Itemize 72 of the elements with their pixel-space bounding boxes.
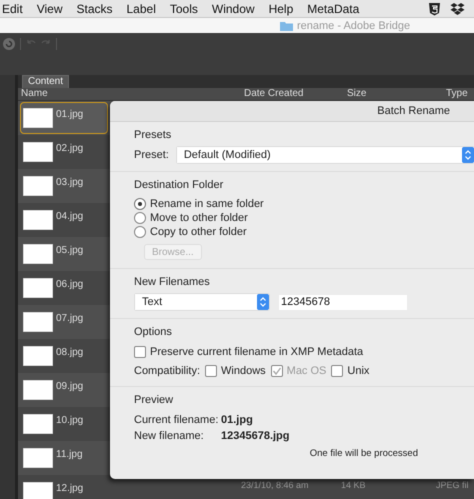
thumbnail-icon <box>23 108 53 128</box>
text-field[interactable]: 12345678 <box>279 294 407 310</box>
stepper-icon <box>462 147 474 163</box>
column-header[interactable]: Name <box>18 88 241 100</box>
thumbnail-icon <box>23 380 53 400</box>
file-item[interactable]: 01.jpg <box>20 102 108 134</box>
menu-item[interactable]: MetaData <box>307 2 360 16</box>
radio-option[interactable]: Rename in same folder <box>134 197 474 211</box>
menu-item[interactable]: Help <box>268 2 294 16</box>
file-item[interactable]: 08.jpg <box>20 340 108 372</box>
refresh-icon[interactable] <box>3 38 15 50</box>
menu-item[interactable]: Tools <box>170 2 198 16</box>
undo-icon[interactable] <box>26 38 36 46</box>
file-item[interactable]: 06.jpg <box>20 272 108 304</box>
boxes-icon[interactable] <box>450 2 465 16</box>
compatibility-label: Compatibility: <box>134 364 200 376</box>
window-title: rename - Adobe Bridge <box>297 20 410 32</box>
shield-icon[interactable] <box>428 2 441 16</box>
type-cell: JPEG fil <box>436 480 469 490</box>
menu-item[interactable]: Label <box>126 2 156 16</box>
content-tab[interactable]: Content <box>22 75 70 88</box>
file-item[interactable]: 02.jpg <box>20 136 108 168</box>
redo-icon[interactable] <box>41 38 51 46</box>
radio-option[interactable]: Move to other folder <box>134 211 474 225</box>
section-heading: Destination Folder <box>134 179 224 191</box>
menu-item[interactable]: Window <box>212 2 255 16</box>
menu-item[interactable]: Stacks <box>76 2 112 16</box>
section-heading: Preview <box>134 394 174 406</box>
thumbnail-icon <box>23 482 53 499</box>
type-dropdown[interactable]: Text <box>135 294 269 310</box>
stepper-icon <box>257 294 269 310</box>
new-filename-label: New filename: <box>134 430 205 442</box>
dialog-title: Batch Rename <box>377 105 450 117</box>
file-item[interactable]: 09.jpg <box>20 374 108 406</box>
menu-item[interactable]: View <box>36 2 62 16</box>
thumbnail-icon <box>23 176 53 196</box>
new-filename-value: 12345678.jpg <box>221 430 290 442</box>
column-header[interactable]: Date Created <box>241 88 344 100</box>
file-item[interactable]: 04.jpg <box>20 204 108 236</box>
thumbnail-icon <box>23 244 53 264</box>
compatibility-checkbox[interactable]: Windows <box>205 363 266 378</box>
section-heading: Presets <box>134 129 172 141</box>
date-cell-text: 23/1/10, 8:46 am <box>241 480 310 490</box>
column-header[interactable]: Type <box>443 88 468 100</box>
thumbnail-icon <box>23 210 53 230</box>
thumbnail-icon <box>23 414 53 434</box>
section-heading: Options <box>134 326 173 338</box>
preset-label: Preset: <box>134 149 169 161</box>
file-item[interactable]: 03.jpg <box>20 170 108 202</box>
file-item[interactable]: 05.jpg <box>20 238 108 270</box>
current-filename-value: 01.jpg <box>221 414 253 426</box>
menu-item[interactable]: Edit <box>2 2 23 16</box>
section-heading: New Filenames <box>134 276 211 288</box>
compatibility-checkbox[interactable]: Unix <box>331 363 370 378</box>
preserve-checkbox[interactable]: Preserve current filename in XMP Metadata <box>134 344 474 359</box>
file-item[interactable]: 11.jpg <box>20 442 108 474</box>
radio-option[interactable]: Copy to other folder <box>134 225 474 239</box>
check-icon <box>272 366 282 376</box>
folder-icon <box>280 20 293 30</box>
file-item[interactable]: 10.jpg <box>20 408 108 440</box>
status-note: One file will be processed <box>310 448 418 459</box>
thumbnail-icon <box>23 278 53 298</box>
column-header[interactable]: Size <box>344 88 443 100</box>
preset-dropdown[interactable]: Default (Modified) <box>176 147 474 163</box>
thumbnail-icon <box>23 312 53 332</box>
thumbnail-icon <box>23 346 53 366</box>
size-cell-text: 14 KB <box>341 480 367 490</box>
thumbnail-icon <box>23 142 53 162</box>
file-item[interactable]: 12.jpg <box>20 476 108 499</box>
thumbnail-icon <box>23 448 53 468</box>
file-item[interactable]: 07.jpg <box>20 306 108 338</box>
current-filename-label: Current filename: <box>134 414 220 426</box>
